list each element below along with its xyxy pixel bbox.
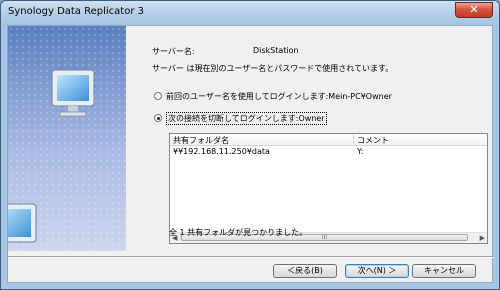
- server-name-value: DiskStation: [253, 46, 299, 55]
- back-button[interactable]: ＜戻る(B): [273, 264, 337, 278]
- column-header-folder[interactable]: 共有フォルダ名: [173, 135, 229, 146]
- radio-disconnect-login[interactable]: [154, 114, 162, 122]
- comment-cell: Y:: [357, 147, 364, 156]
- next-button[interactable]: 次へ(N) ＞: [345, 264, 409, 278]
- list-header: 共有フォルダ名 コメント: [170, 134, 487, 146]
- column-header-comment[interactable]: コメント: [357, 135, 389, 146]
- wizard-body: サーバー名: DiskStation サーバー は現在別のユーザー名とパスワード…: [7, 25, 494, 283]
- server-in-use-notice: サーバー は現在別のユーザー名とパスワードで使用されています。: [152, 64, 394, 73]
- close-button[interactable]: ✕: [455, 2, 493, 18]
- server-name-label: サーバー名:: [152, 47, 195, 56]
- footer-divider: [8, 256, 494, 258]
- status-text: 全 1 共有フォルダが見つかりました。: [169, 228, 308, 237]
- title-bar[interactable]: Synology Data Replicator 3 ✕: [1, 1, 499, 27]
- scroll-right-icon[interactable]: ▶: [480, 234, 485, 242]
- side-banner: [8, 26, 126, 251]
- column-divider[interactable]: [353, 134, 354, 145]
- window-title: Synology Data Replicator 3: [8, 6, 144, 17]
- folder-cell: ¥¥192.168.11.250¥data: [173, 147, 270, 156]
- option-previous-user-label[interactable]: 前回のユーザー名を使用してログインします:Mein-PC¥Owner: [166, 91, 392, 102]
- banner-graphic: [8, 26, 126, 251]
- installer-window: Synology Data Replicator 3 ✕ サーバー名: Disk…: [0, 0, 500, 290]
- monitor-corner-icon: [8, 203, 37, 243]
- radio-previous-user[interactable]: [154, 92, 162, 100]
- option-disconnect-login-label[interactable]: 次の接続を切断してログインします:Owner: [166, 112, 327, 125]
- cancel-button[interactable]: キャンセル: [412, 264, 476, 278]
